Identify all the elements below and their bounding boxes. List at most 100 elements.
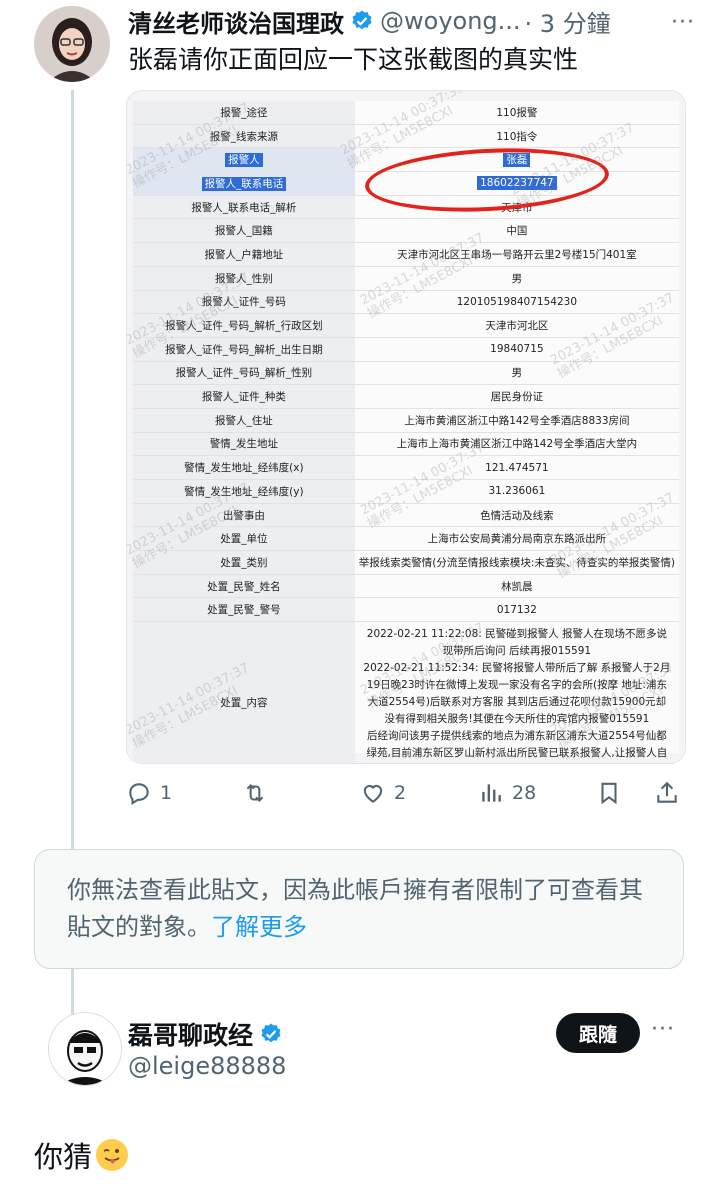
bookmark-icon bbox=[601, 782, 617, 805]
record-key: 处置_内容 bbox=[133, 621, 355, 763]
record-value: 男 bbox=[354, 361, 679, 386]
record-key: 报警人_联系电话 bbox=[133, 171, 355, 196]
record-row: 报警人_住址 上海市黄浦区浙江中路142号全季酒店8833房间 bbox=[133, 408, 679, 433]
record-row: 处置_民警_警号 017132 bbox=[133, 597, 679, 623]
record-row: 报警_途径 110报警 bbox=[133, 101, 679, 125]
record-key: 处置_单位 bbox=[133, 526, 355, 552]
record-key: 报警人_性别 bbox=[133, 266, 355, 291]
record-value: 110指令 bbox=[354, 124, 679, 149]
record-row: 报警人_证件_号码_解析_性别男 bbox=[133, 361, 679, 386]
record-key: 报警人_证件_号码_解析_出生日期 bbox=[133, 337, 355, 362]
tweet-image[interactable]: 报警_途径 110报警 报警_线索来源 110指令 报警人 张磊 报警人_联系电话 18602… bbox=[126, 90, 686, 764]
record-key: 报警人_国籍 bbox=[133, 218, 355, 244]
reply-count: 1 bbox=[160, 782, 173, 804]
heart-icon bbox=[363, 785, 383, 803]
record-value: 31.236061 bbox=[354, 479, 679, 504]
record-row: 报警人_证件_号码_解析_出生日期 19840715 bbox=[133, 337, 679, 362]
record-value: 上海市上海市黄浦区浙江中路142号全季酒店大堂内 bbox=[354, 432, 679, 457]
record-row: 处置_类别 举报线索类警情(分流至情报线索模块:未查实、待查实的举报类警情) bbox=[133, 550, 679, 575]
author-avatar[interactable] bbox=[34, 6, 110, 82]
record-key: 警情_发生地址_经纬度(x) bbox=[133, 455, 355, 480]
notice-text: 你無法查看此貼文，因為此帳戶擁有者限制了可查看其貼文的對象。 bbox=[67, 876, 643, 941]
restricted-post-notice: 你無法查看此貼文，因為此帳戶擁有者限制了可查看其貼文的對象。了解更多 bbox=[34, 849, 684, 969]
record-row-content: 处置_内容 2022-02-21 11:22:08: 民警碰到报警人 报警人在现场… bbox=[133, 621, 679, 763]
author-handle[interactable]: @woyong... bbox=[380, 7, 521, 35]
record-row: 警情_发生地址_经纬度(x) 121.474571 bbox=[133, 455, 679, 480]
record-key: 处置_类别 bbox=[133, 550, 355, 575]
follow-button[interactable]: 跟隨 bbox=[556, 1013, 640, 1053]
author-avatar-2[interactable] bbox=[48, 1012, 122, 1086]
record-value: 举报线索类警情(分流至情报线索模块:未查实、待查实的举报类警情) bbox=[354, 550, 679, 575]
record-key: 处置_民警_姓名 bbox=[133, 574, 355, 599]
record-key: 警情_发生地址_经纬度(y) bbox=[133, 479, 355, 504]
record-key: 警情_发生地址 bbox=[133, 432, 355, 457]
record-key: 报警人_证件_号码_解析_性别 bbox=[133, 361, 355, 386]
record-key: 报警人_联系电话_解析 bbox=[133, 195, 355, 220]
verified-badge-icon bbox=[350, 9, 374, 33]
share-icon bbox=[657, 781, 677, 803]
like-button[interactable]: 2 bbox=[360, 775, 406, 811]
record-key: 报警人_户籍地址 bbox=[133, 242, 355, 267]
reply-tweet-text: 你猜 bbox=[34, 1134, 129, 1176]
record-row: 警情_发生地址_经纬度(y) 31.236061 bbox=[133, 479, 679, 504]
record-row: 出警事由 色情活动及线索 bbox=[133, 503, 679, 528]
record-content-value: 2022-02-21 11:22:08: 民警碰到报警人 报警人在现场不愿多说 … bbox=[354, 621, 679, 763]
record-key: 报警人_证件_种类 bbox=[133, 384, 355, 409]
winking-tongue-emoji-icon bbox=[96, 1139, 129, 1171]
tweet-header: 清丝老师谈治国理政 @woyong... · 3 分鐘 bbox=[128, 4, 698, 39]
record-row: 报警人_性别男 bbox=[133, 266, 679, 291]
bookmark-button[interactable] bbox=[596, 775, 622, 811]
retweet-button[interactable] bbox=[242, 775, 276, 811]
share-button[interactable] bbox=[654, 775, 680, 811]
author-name[interactable]: 清丝老师谈治国理政 bbox=[128, 4, 344, 39]
like-count: 2 bbox=[394, 782, 407, 804]
record-key: 处置_民警_警号 bbox=[133, 597, 355, 623]
record-value: 121.474571 bbox=[354, 455, 679, 480]
record-key: 报警_途径 bbox=[133, 101, 355, 125]
record-value: 居民身份证 bbox=[354, 384, 679, 409]
record-value: 上海市黄浦区浙江中路142号全季酒店8833房间 bbox=[354, 408, 679, 433]
record-value: 天津市河北区王串场一号路开云里2号楼15门401室 bbox=[354, 242, 679, 267]
record-row: 警情_发生地址 上海市上海市黄浦区浙江中路142号全季酒店大堂内 bbox=[133, 432, 679, 457]
author-handle-2[interactable]: @leige88888 bbox=[128, 1052, 286, 1080]
record-key: 出警事由 bbox=[133, 503, 355, 528]
author-name-2[interactable]: 磊哥聊政经 bbox=[128, 1016, 253, 1052]
views-chart-icon bbox=[482, 784, 501, 802]
record-key: 报警人_证件_号码 bbox=[133, 290, 355, 315]
record-value: 017132 bbox=[354, 597, 679, 623]
more-options-icon[interactable]: ··· bbox=[671, 10, 695, 35]
more-options-icon[interactable]: ··· bbox=[651, 1017, 675, 1042]
record-row: 报警人_国籍 中国 bbox=[133, 218, 679, 244]
record-row: 处置_民警_姓名 林凯晨 bbox=[133, 574, 679, 599]
record-value: 120105198407154230 bbox=[354, 290, 679, 315]
retweet-icon bbox=[246, 783, 264, 803]
record-row: 报警人_户籍地址 天津市河北区王串场一号路开云里2号楼15门401室 bbox=[133, 242, 679, 267]
record-row: 报警人_证件_号码_解析_行政区划 天津市河北区 bbox=[133, 313, 679, 338]
tweet-time[interactable]: · 3 分鐘 bbox=[525, 4, 611, 39]
reply-button[interactable]: 1 bbox=[126, 775, 172, 811]
record-value: 天津市河北区 bbox=[354, 313, 679, 338]
record-key: 报警_线索来源 bbox=[133, 124, 355, 149]
record-key: 报警人_住址 bbox=[133, 408, 355, 433]
reply-text: 你猜 bbox=[34, 1140, 93, 1174]
record-key: 报警人 bbox=[133, 147, 355, 173]
record-value: 19840715 bbox=[354, 337, 679, 362]
record-value: 色情活动及线索 bbox=[354, 503, 679, 528]
record-row: 处置_单位 上海市公安局黄浦分局南京东路派出所 bbox=[133, 526, 679, 552]
views-button[interactable]: 28 bbox=[478, 775, 536, 811]
verified-badge-icon bbox=[259, 1022, 283, 1046]
record-value: 上海市公安局黄浦分局南京东路派出所 bbox=[354, 526, 679, 552]
learn-more-link[interactable]: 了解更多 bbox=[211, 913, 307, 941]
tweet-text: 张磊请你正面回应一下这张截图的真实性 bbox=[128, 45, 579, 74]
record-row: 报警人_证件_种类 居民身份证 bbox=[133, 384, 679, 409]
author-name-row-2: 磊哥聊政经 bbox=[128, 1016, 289, 1052]
tweet-actions: 1 2 28 bbox=[126, 775, 686, 811]
views-count: 28 bbox=[512, 782, 537, 804]
reply-icon bbox=[129, 783, 149, 805]
record-value: 男 bbox=[354, 266, 679, 291]
record-row: 报警_线索来源 110指令 bbox=[133, 124, 679, 149]
record-key: 报警人_证件_号码_解析_行政区划 bbox=[133, 313, 355, 338]
record-value: 林凯晨 bbox=[354, 574, 679, 599]
record-row: 报警人_证件_号码 120105198407154230 bbox=[133, 290, 679, 315]
record-value: 110报警 bbox=[354, 101, 679, 125]
